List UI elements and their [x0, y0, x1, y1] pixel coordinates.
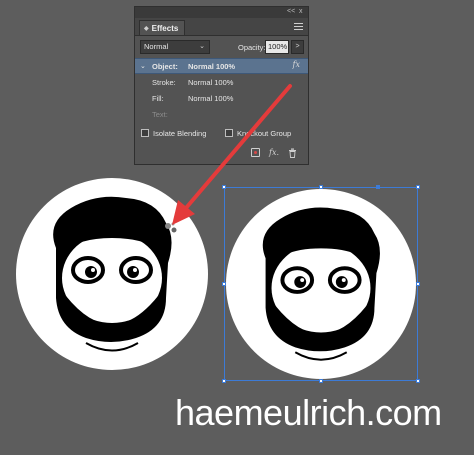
annotation-arrow	[172, 84, 292, 225]
brand-watermark: haemeulrich.com	[175, 392, 442, 433]
